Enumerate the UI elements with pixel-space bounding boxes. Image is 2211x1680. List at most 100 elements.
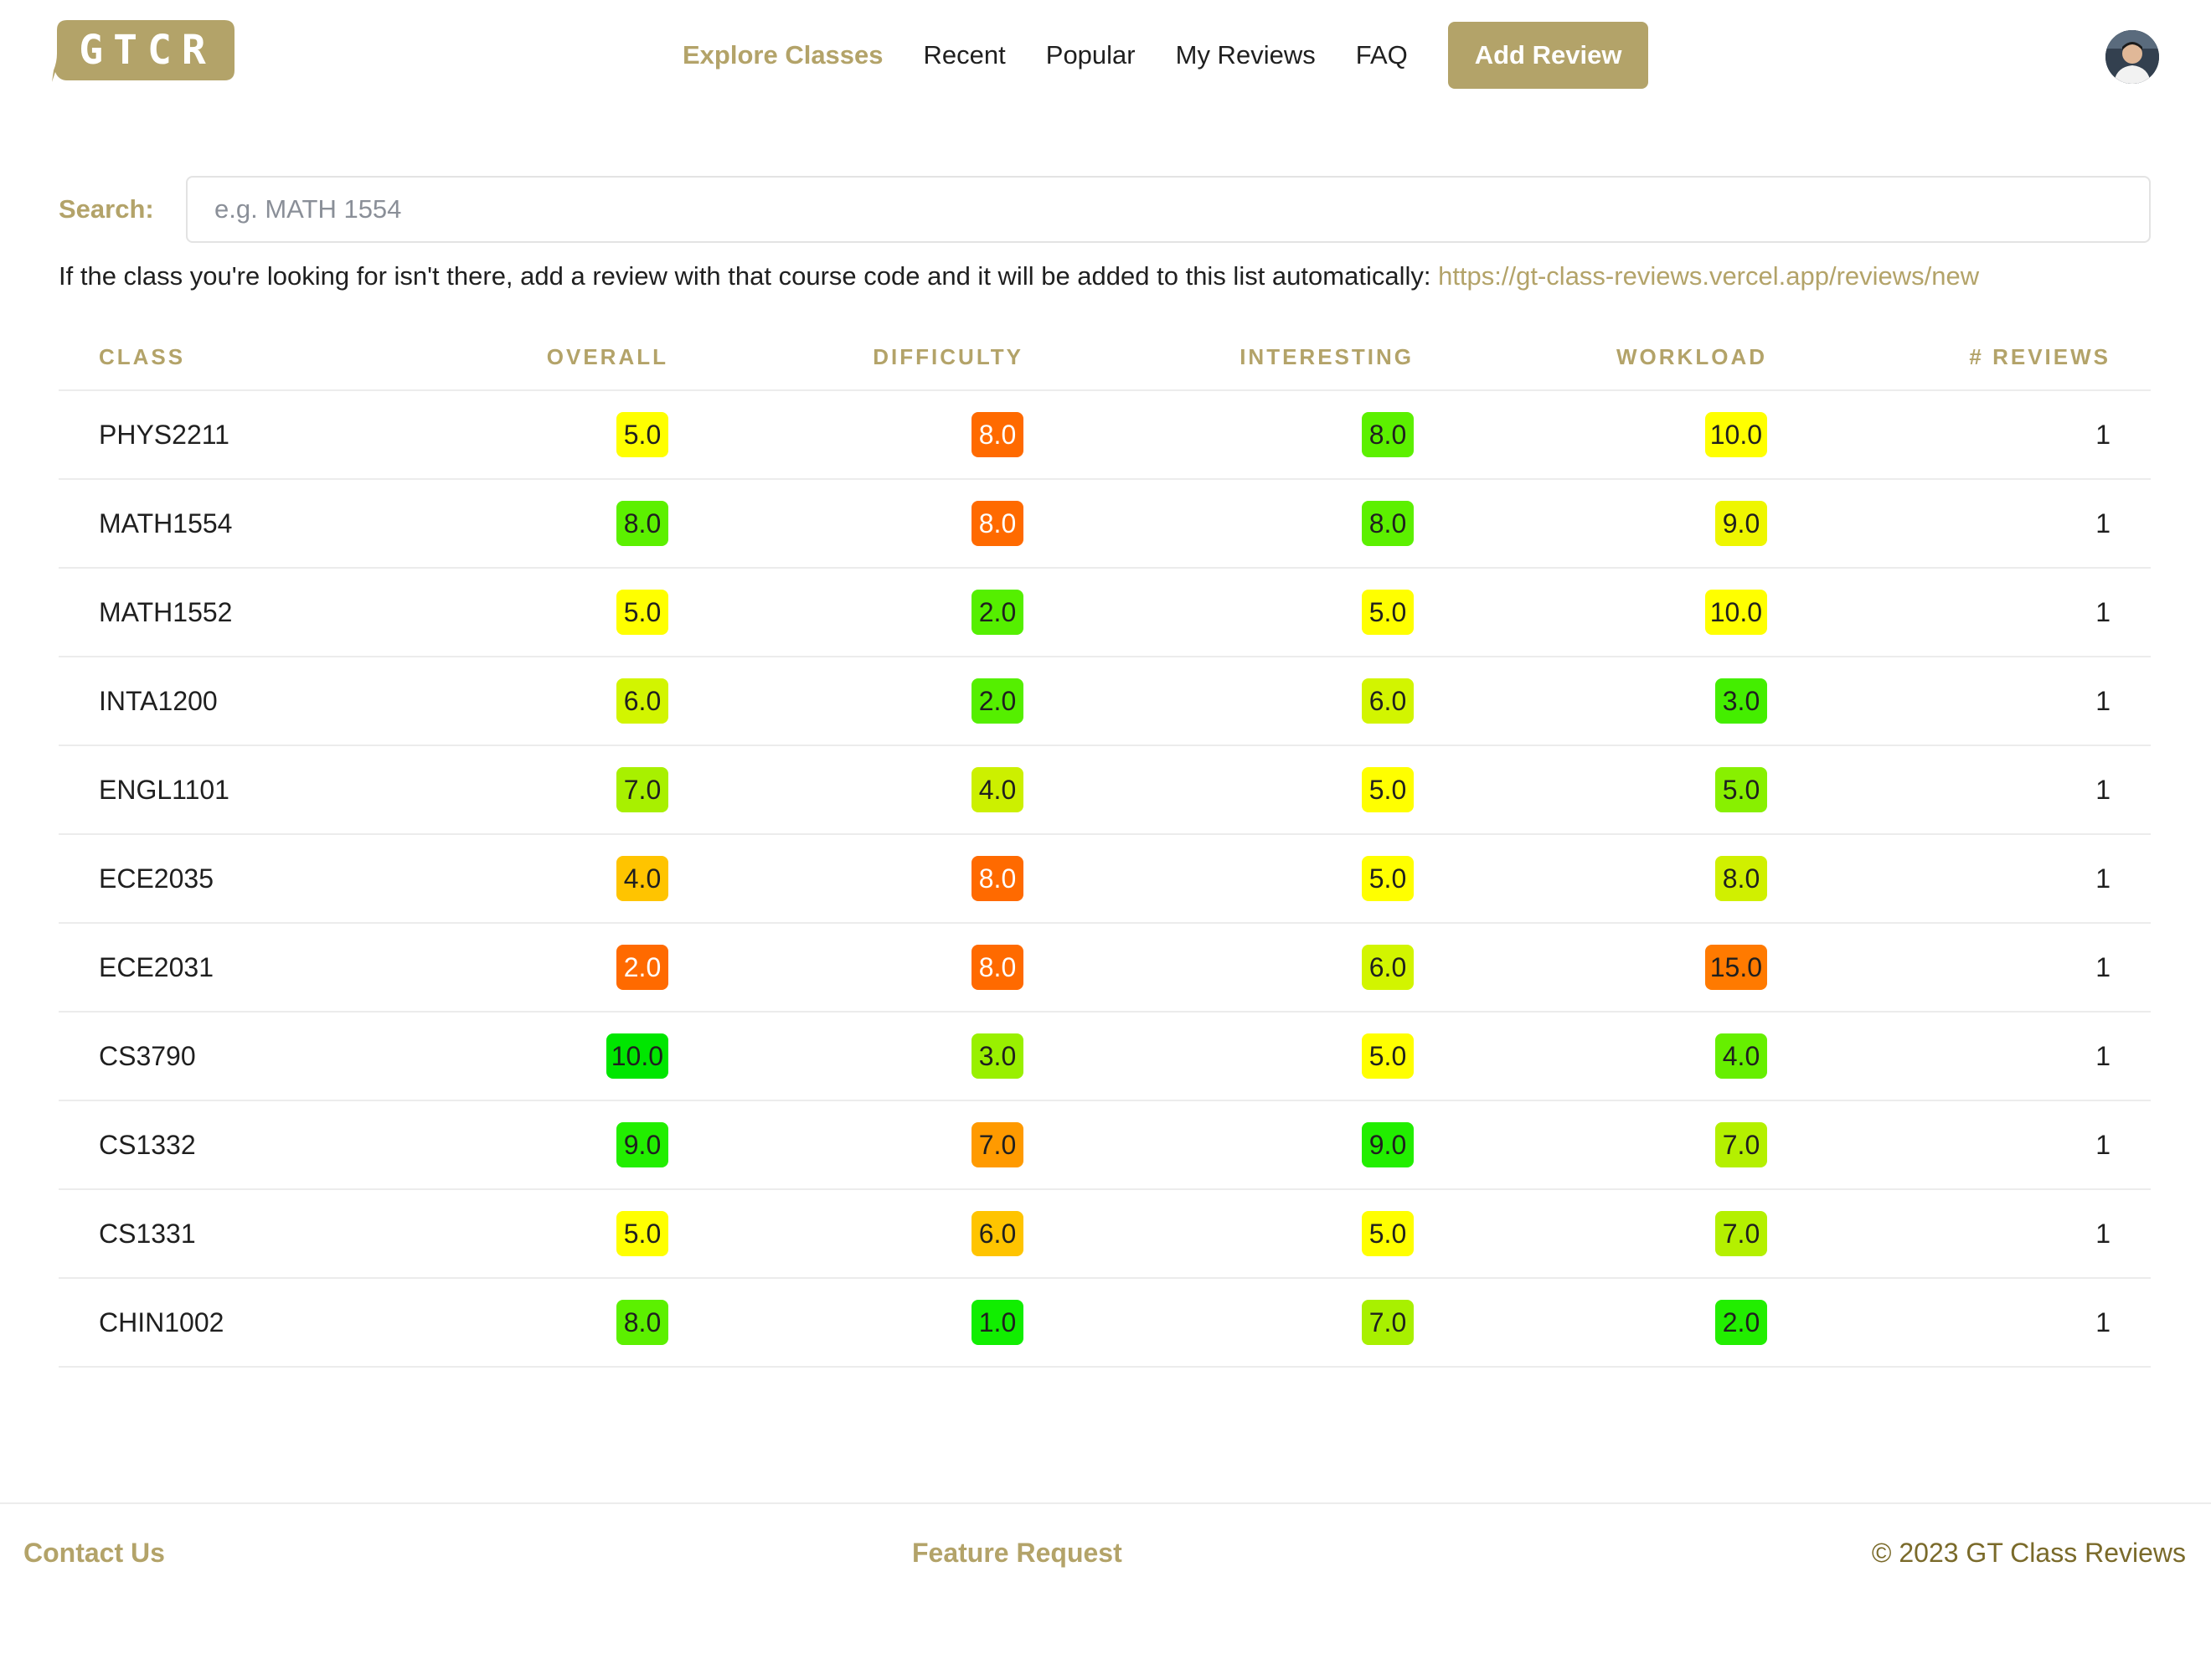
column-header-difficulty[interactable]: DIFFICULTY bbox=[873, 322, 1023, 391]
review-count: 1 bbox=[2095, 863, 2110, 894]
search-input[interactable] bbox=[186, 176, 2151, 243]
difficulty-cell: 4.0 bbox=[972, 746, 1023, 833]
class-code[interactable]: INTA1200 bbox=[99, 657, 218, 745]
interesting-score-badge: 5.0 bbox=[1362, 767, 1414, 812]
review-count: 1 bbox=[2095, 1129, 2110, 1160]
interesting-cell: 8.0 bbox=[1362, 391, 1414, 478]
overall-cell: 8.0 bbox=[616, 480, 668, 567]
overall-score-badge: 4.0 bbox=[616, 856, 668, 901]
column-header-workload[interactable]: WORKLOAD bbox=[1616, 322, 1767, 391]
nav-recent[interactable]: Recent bbox=[924, 22, 1006, 89]
overall-cell: 5.0 bbox=[616, 391, 668, 478]
class-code[interactable]: CHIN1002 bbox=[99, 1279, 224, 1366]
overall-cell: 6.0 bbox=[616, 657, 668, 745]
feature-request-link[interactable]: Feature Request bbox=[912, 1504, 1122, 1601]
class-code[interactable]: PHYS2211 bbox=[99, 391, 229, 478]
interesting-cell: 5.0 bbox=[1362, 746, 1414, 833]
class-code[interactable]: CS3790 bbox=[99, 1013, 196, 1100]
column-header-class[interactable]: CLASS bbox=[99, 322, 185, 391]
review-count: 1 bbox=[2095, 1218, 2110, 1249]
difficulty-score-badge: 2.0 bbox=[972, 590, 1023, 635]
search-label: Search: bbox=[59, 194, 154, 224]
class-code[interactable]: MATH1552 bbox=[99, 569, 232, 656]
difficulty-score-badge: 3.0 bbox=[972, 1033, 1023, 1079]
nav-explore-classes[interactable]: Explore Classes bbox=[683, 22, 884, 89]
table-row[interactable]: CHIN1002 8.0 1.0 7.0 2.0 1 bbox=[59, 1279, 2151, 1368]
workload-cell: 2.0 bbox=[1715, 1279, 1767, 1366]
page: GTCR Explore Classes Recent Popular My R… bbox=[0, 0, 2211, 1680]
table-row[interactable]: MATH1554 8.0 8.0 8.0 9.0 1 bbox=[59, 480, 2151, 569]
review-count: 1 bbox=[2095, 951, 2110, 982]
user-avatar-icon bbox=[2105, 30, 2159, 84]
difficulty-score-badge: 1.0 bbox=[972, 1300, 1023, 1345]
table-row[interactable]: ECE2031 2.0 8.0 6.0 15.0 1 bbox=[59, 924, 2151, 1013]
interesting-cell: 5.0 bbox=[1362, 569, 1414, 656]
workload-score-badge: 4.0 bbox=[1715, 1033, 1767, 1079]
overall-cell: 5.0 bbox=[616, 569, 668, 656]
difficulty-score-badge: 8.0 bbox=[972, 412, 1023, 457]
user-avatar[interactable] bbox=[2105, 30, 2159, 84]
interesting-score-badge: 5.0 bbox=[1362, 1033, 1414, 1079]
nav-popular[interactable]: Popular bbox=[1046, 22, 1136, 89]
class-code[interactable]: MATH1554 bbox=[99, 480, 232, 567]
workload-cell: 5.0 bbox=[1715, 746, 1767, 833]
table-row[interactable]: INTA1200 6.0 2.0 6.0 3.0 1 bbox=[59, 657, 2151, 746]
overall-score-badge: 7.0 bbox=[616, 767, 668, 812]
class-code[interactable]: CS1331 bbox=[99, 1190, 196, 1277]
table-row[interactable]: ECE2035 4.0 8.0 5.0 8.0 1 bbox=[59, 835, 2151, 924]
contact-us-link[interactable]: Contact Us bbox=[23, 1504, 165, 1601]
table-row[interactable]: CS1331 5.0 6.0 5.0 7.0 1 bbox=[59, 1190, 2151, 1279]
nav-faq[interactable]: FAQ bbox=[1356, 22, 1408, 89]
review-count: 1 bbox=[2095, 419, 2110, 450]
table-body: PHYS2211 5.0 8.0 8.0 10.0 1 MATH1554 8.0 8.0 8.0 9… bbox=[59, 391, 2151, 1368]
overall-score-badge: 8.0 bbox=[616, 1300, 668, 1345]
table-row[interactable]: CS3790 10.0 3.0 5.0 4.0 1 bbox=[59, 1013, 2151, 1101]
interesting-score-badge: 5.0 bbox=[1362, 590, 1414, 635]
add-class-hint: If the class you're looking for isn't th… bbox=[59, 256, 2161, 296]
main-nav: Explore Classes Recent Popular My Review… bbox=[683, 22, 1649, 89]
overall-score-badge: 8.0 bbox=[616, 501, 668, 546]
overall-score-badge: 5.0 bbox=[616, 412, 668, 457]
difficulty-score-badge: 2.0 bbox=[972, 678, 1023, 724]
difficulty-cell: 8.0 bbox=[972, 480, 1023, 567]
copyright-text: © 2023 GT Class Reviews bbox=[1871, 1538, 2186, 1568]
workload-score-badge: 7.0 bbox=[1715, 1122, 1767, 1167]
difficulty-cell: 6.0 bbox=[972, 1190, 1023, 1277]
table-row[interactable]: CS1332 9.0 7.0 9.0 7.0 1 bbox=[59, 1101, 2151, 1190]
review-count: 1 bbox=[2095, 1306, 2110, 1337]
workload-cell: 3.0 bbox=[1715, 657, 1767, 745]
difficulty-cell: 3.0 bbox=[972, 1013, 1023, 1100]
difficulty-score-badge: 7.0 bbox=[972, 1122, 1023, 1167]
column-header-interesting[interactable]: INTERESTING bbox=[1240, 322, 1414, 391]
workload-score-badge: 9.0 bbox=[1715, 501, 1767, 546]
workload-score-badge: 5.0 bbox=[1715, 767, 1767, 812]
interesting-score-badge: 9.0 bbox=[1362, 1122, 1414, 1167]
interesting-score-badge: 5.0 bbox=[1362, 856, 1414, 901]
overall-score-badge: 2.0 bbox=[616, 945, 668, 990]
overall-cell: 4.0 bbox=[616, 835, 668, 922]
nav-my-reviews[interactable]: My Reviews bbox=[1176, 22, 1316, 89]
class-code[interactable]: ECE2031 bbox=[99, 924, 214, 1011]
workload-score-badge: 15.0 bbox=[1704, 945, 1767, 990]
table-row[interactable]: PHYS2211 5.0 8.0 8.0 10.0 1 bbox=[59, 391, 2151, 480]
table-row[interactable]: ENGL1101 7.0 4.0 5.0 5.0 1 bbox=[59, 746, 2151, 835]
interesting-cell: 7.0 bbox=[1362, 1279, 1414, 1366]
workload-score-badge: 2.0 bbox=[1715, 1300, 1767, 1345]
interesting-cell: 6.0 bbox=[1362, 924, 1414, 1011]
class-code[interactable]: ECE2035 bbox=[99, 835, 214, 922]
review-count: 1 bbox=[2095, 508, 2110, 539]
table-row[interactable]: MATH1552 5.0 2.0 5.0 10.0 1 bbox=[59, 569, 2151, 657]
workload-cell: 10.0 bbox=[1704, 391, 1767, 478]
difficulty-cell: 7.0 bbox=[972, 1101, 1023, 1188]
class-code[interactable]: CS1332 bbox=[99, 1101, 196, 1188]
new-review-link[interactable]: https://gt-class-reviews.vercel.app/revi… bbox=[1438, 261, 1979, 291]
difficulty-score-badge: 6.0 bbox=[972, 1211, 1023, 1256]
gtcr-logo[interactable]: GTCR bbox=[52, 20, 234, 84]
class-code[interactable]: ENGL1101 bbox=[99, 746, 229, 833]
column-header-reviews[interactable]: # REVIEWS bbox=[1969, 322, 2110, 391]
difficulty-score-badge: 8.0 bbox=[972, 945, 1023, 990]
add-review-button[interactable]: Add Review bbox=[1447, 22, 1649, 89]
column-header-overall[interactable]: OVERALL bbox=[547, 322, 668, 391]
interesting-score-badge: 8.0 bbox=[1362, 501, 1414, 546]
top-nav-bar: GTCR Explore Classes Recent Popular My R… bbox=[0, 0, 2211, 117]
